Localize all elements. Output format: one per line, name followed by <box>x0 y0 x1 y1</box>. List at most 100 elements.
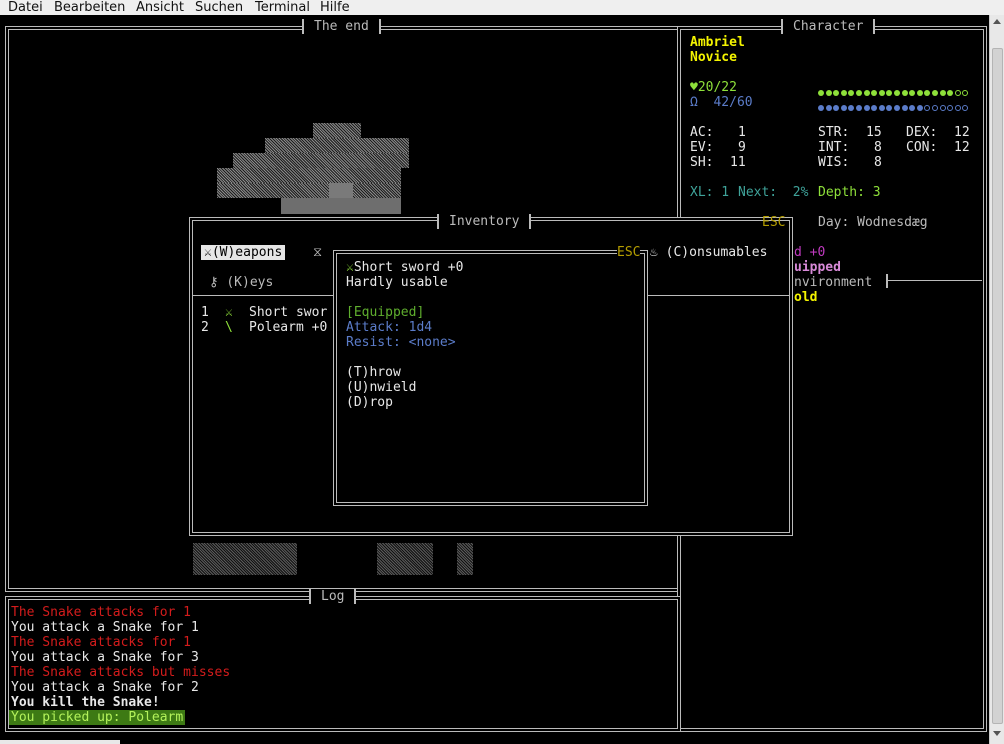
hp-pip-filled <box>878 90 885 96</box>
stat-ev: EV: 9 <box>690 140 746 155</box>
action-drop[interactable]: (D)rop <box>346 395 393 410</box>
mp-bar <box>818 100 970 115</box>
log-entry: You attack a Snake for 2 <box>11 680 199 695</box>
hp-pip-filled <box>848 90 855 96</box>
equipment-partial-2: uipped <box>794 260 841 275</box>
inventory-item[interactable]: 1 ⚔ Short swor <box>201 305 327 320</box>
stat-str: STR: 15 <box>818 125 882 140</box>
log-entry: You attack a Snake for 1 <box>11 620 199 635</box>
popup-attack: Attack: 1d4 <box>346 320 433 335</box>
menu-ansicht[interactable]: Ansicht <box>136 0 184 15</box>
crossed-swords-icon: ⚔ <box>346 260 354 275</box>
menu-bar: Datei Bearbeiten Ansicht Suchen Terminal… <box>0 0 1004 15</box>
mp-pip-filled <box>863 105 870 111</box>
map-title: The end <box>302 19 381 34</box>
mp-pip-filled <box>848 105 855 111</box>
heart-icon: ♥ <box>690 80 698 95</box>
hp-pip-filled <box>833 90 840 96</box>
hp-bar <box>818 85 970 100</box>
crossed-swords-icon: ⚔ <box>204 245 212 260</box>
potion-icon: ♨ <box>650 245 658 260</box>
mp-pip-filled <box>909 105 916 111</box>
environment-divider <box>886 274 888 288</box>
hourglass-icon[interactable]: ⧖ <box>313 245 322 260</box>
mp-pip-filled <box>886 105 893 111</box>
hp-pip-filled <box>947 90 954 96</box>
mp-value: 42/60 <box>713 95 753 110</box>
tab-consumables[interactable]: ♨ (C)onsumables <box>650 245 767 260</box>
scroll-up-icon[interactable] <box>993 19 1001 24</box>
hp-pip-filled <box>818 90 824 96</box>
hp-pip-filled <box>871 90 878 96</box>
log-entry: The Snake attacks for 1 <box>11 635 192 650</box>
inventory-item[interactable]: 2 \ Polearm +0 <box>201 320 327 335</box>
hp-pip-filled <box>855 90 862 96</box>
menu-datei[interactable]: Datei <box>8 0 43 15</box>
character-title: Character <box>781 19 876 34</box>
inventory-esc[interactable]: ESC <box>762 215 785 230</box>
mp-pip-filled <box>825 105 832 111</box>
mp-pip-empty <box>962 105 969 111</box>
xl-readout: XL: 1 <box>690 185 730 200</box>
mp-pip-filled <box>916 105 923 111</box>
mp-pip-empty <box>954 105 961 111</box>
mp-pip-filled <box>878 105 885 111</box>
polearm-icon: \ <box>225 320 233 335</box>
hp-pip-filled <box>909 90 916 96</box>
stat-ac: AC: 1 <box>690 125 746 140</box>
environment-partial-2: old <box>794 290 818 305</box>
mp-pip-filled <box>893 105 900 111</box>
popup-equipped: [Equipped] <box>346 305 425 320</box>
popup-quality: Hardly usable <box>346 275 448 290</box>
menu-suchen[interactable]: Suchen <box>195 0 243 15</box>
menu-bearbeiten[interactable]: Bearbeiten <box>54 0 125 15</box>
hp-pip-filled <box>840 90 847 96</box>
action-unwield[interactable]: (U)nwield <box>346 380 416 395</box>
log-entry-highlight: You picked up: Polearm <box>9 710 186 725</box>
mp-pip-empty <box>924 105 931 111</box>
horizontal-scrollbar[interactable] <box>0 740 120 744</box>
mp-pip-filled <box>901 105 908 111</box>
menu-hilfe[interactable]: Hilfe <box>320 0 350 15</box>
stat-con: CON: 12 <box>906 140 970 155</box>
popup-resist: Resist: <none> <box>346 335 456 350</box>
hp-pip-filled <box>931 90 938 96</box>
next-readout: Next: 2% <box>738 185 809 200</box>
key-icon: ⚷ <box>209 275 219 290</box>
character-rank: Novice <box>690 50 737 65</box>
popup-esc[interactable]: ESC <box>617 245 641 260</box>
terminal-scrollbar[interactable] <box>989 15 1004 744</box>
hp-readout: ♥20/22 <box>690 80 737 95</box>
hp-pip-empty <box>962 90 969 96</box>
log-title: Log <box>309 589 357 604</box>
hp-pip-filled <box>924 90 931 96</box>
omega-icon: Ω <box>690 95 698 110</box>
mp-pip-filled <box>871 105 878 111</box>
log-entry: You kill the Snake! <box>11 695 160 710</box>
mp-pip-filled <box>833 105 840 111</box>
hp-pip-filled <box>916 90 923 96</box>
environment-partial: nvironment <box>794 275 873 290</box>
hp-pip-empty <box>954 90 961 96</box>
hp-pip-filled <box>901 90 908 96</box>
character-name: Ambriel <box>690 35 745 50</box>
mp-pip-filled <box>855 105 862 111</box>
mp-pip-filled <box>840 105 847 111</box>
day-readout: Day: Wodnesdæg <box>818 215 928 230</box>
mp-pip-empty <box>931 105 938 111</box>
hp-value: 20/22 <box>697 80 737 95</box>
mp-pip-filled <box>818 105 824 111</box>
hp-pip-filled <box>893 90 900 96</box>
tab-keys[interactable]: ⚷ (K)eys <box>209 275 273 290</box>
depth-readout: Depth: 3 <box>818 185 881 200</box>
crossed-swords-icon: ⚔ <box>225 305 233 320</box>
menu-terminal[interactable]: Terminal <box>255 0 310 15</box>
hp-pip-filled <box>886 90 893 96</box>
scroll-down-icon[interactable] <box>993 731 1001 736</box>
scroll-thumb[interactable] <box>992 48 1003 724</box>
action-throw[interactable]: (T)hrow <box>346 365 401 380</box>
inventory-title: Inventory <box>437 214 532 229</box>
popup-item-name: ⚔Short sword +0 <box>346 260 464 275</box>
stat-wis: WIS: 8 <box>818 155 882 170</box>
tab-weapons[interactable]: ⚔(W)eapons <box>201 245 286 260</box>
